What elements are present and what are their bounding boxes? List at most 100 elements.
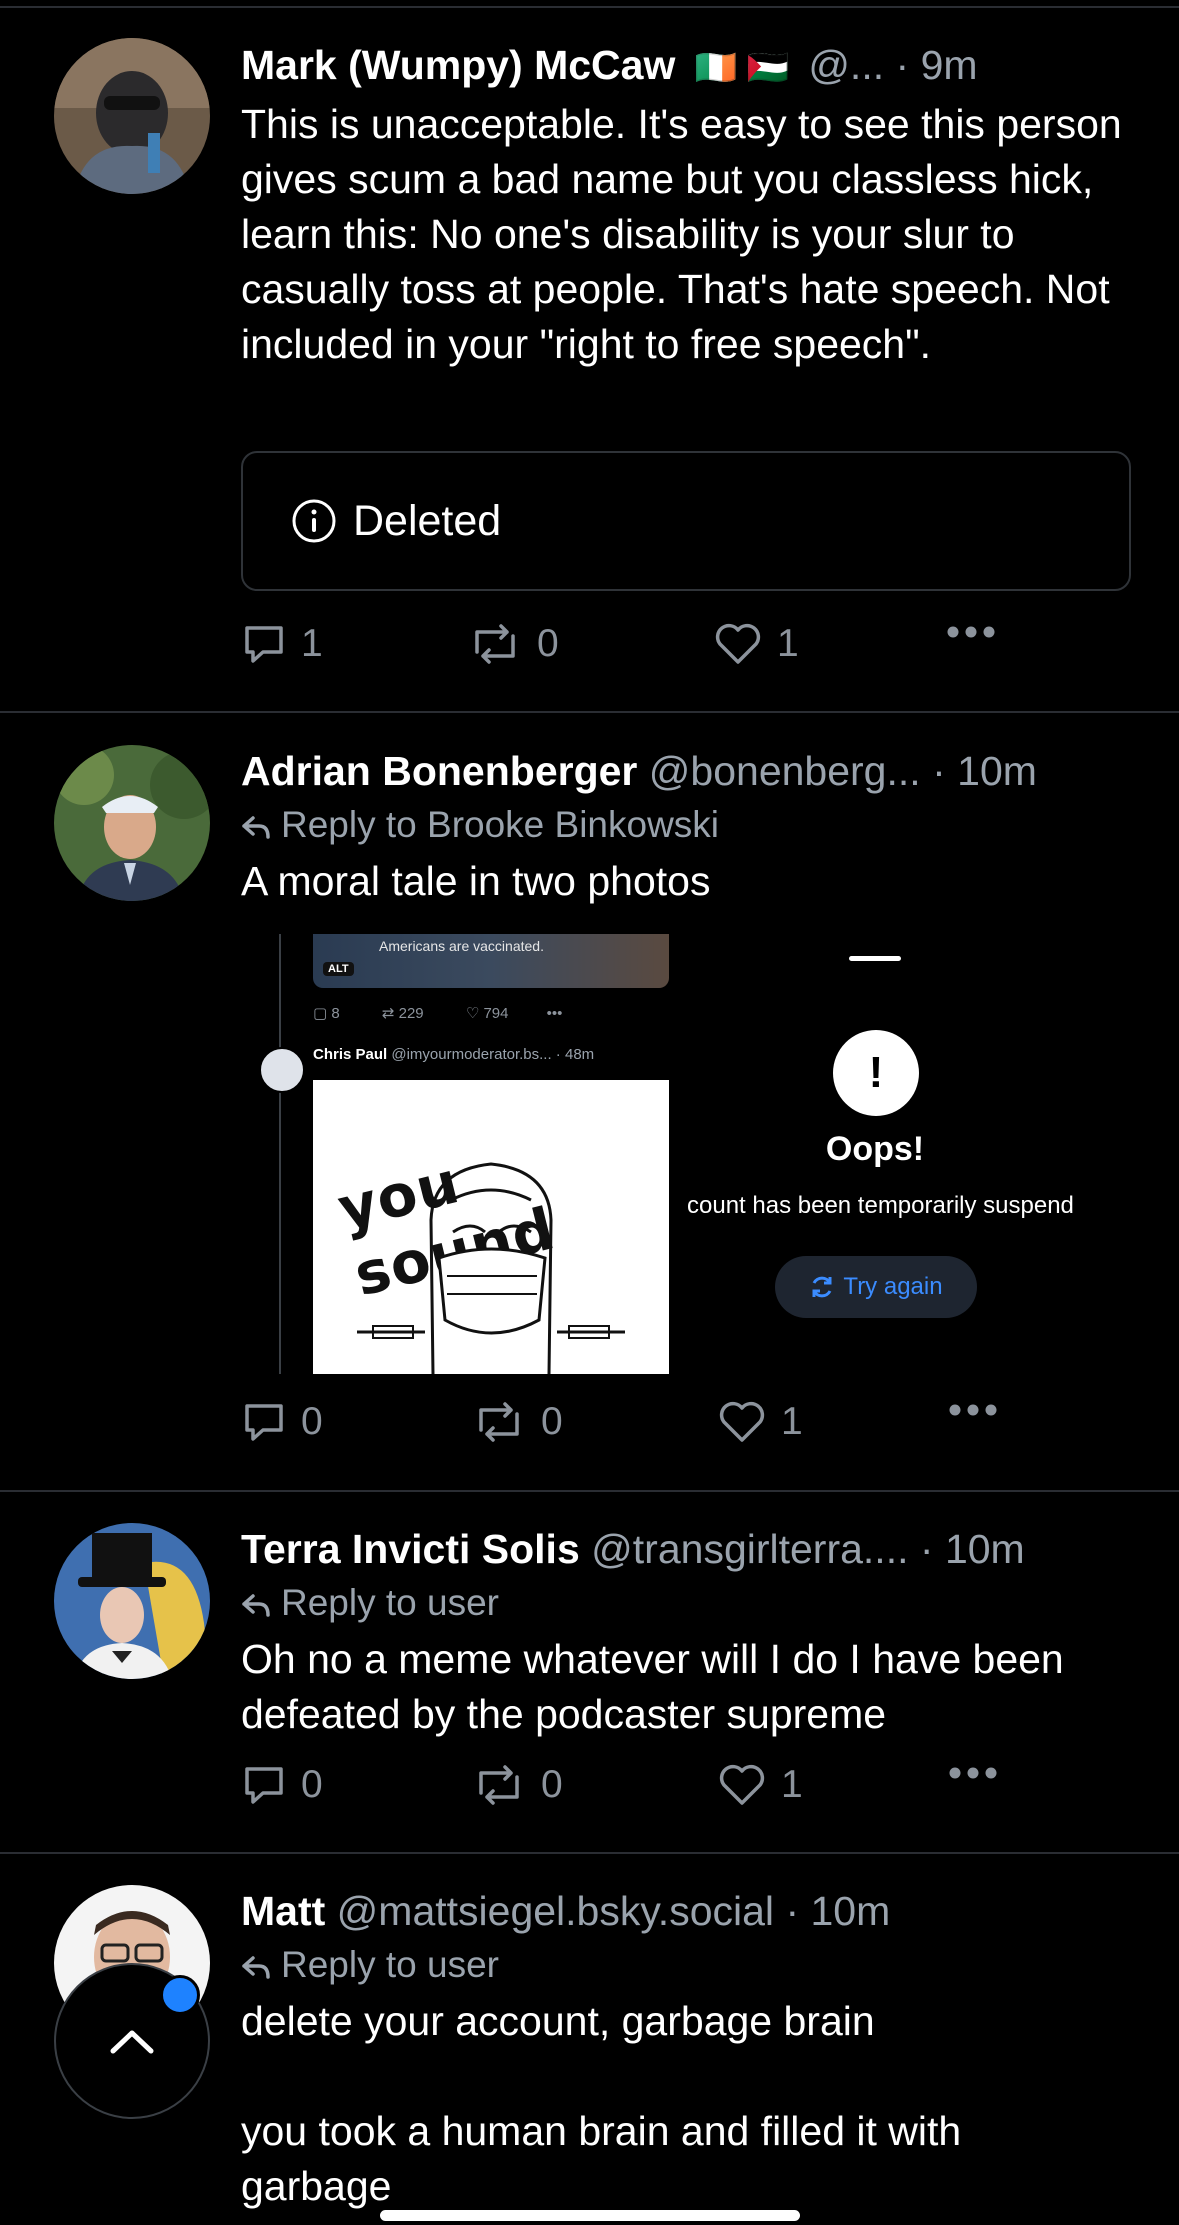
like-icon — [719, 1764, 765, 1805]
post-header: Mark (Wumpy) McCaw 🇮🇪 🇵🇸 @... · 9m — [241, 40, 978, 93]
post-text-line-1: delete your account, garbage brain — [241, 1998, 875, 2044]
deleted-label: Deleted — [353, 496, 502, 545]
repost-icon — [479, 1765, 519, 1805]
author-name[interactable]: Matt — [241, 1888, 325, 1934]
post-header: Matt @mattsiegel.bsky.social · 10m — [241, 1886, 890, 1936]
more-button[interactable] — [947, 1400, 1013, 1420]
author-handle[interactable]: @bonenberg... — [649, 748, 921, 794]
avatar[interactable] — [54, 38, 210, 194]
reply-icon — [245, 1404, 283, 1441]
more-button[interactable] — [947, 1763, 1013, 1783]
oops-title: Oops! — [825, 1130, 925, 1168]
post-time[interactable]: 9m — [921, 42, 978, 88]
post-actions: 0 0 1 — [241, 1400, 1021, 1460]
post-text: A moral tale in two photos — [241, 858, 711, 904]
reply-arrow-icon — [242, 1956, 270, 1979]
flag-emojis: 🇮🇪 🇵🇸 — [694, 49, 789, 87]
post-text: Oh no a meme whatever will I do I have b… — [241, 1636, 1064, 1737]
avatar[interactable] — [54, 745, 210, 901]
post-time[interactable]: 10m — [945, 1526, 1025, 1572]
quoted-header: Chris Paul @imyourmoderator.bs... · 48m — [313, 1046, 594, 1063]
mini-reply-count: 8 — [331, 1005, 340, 1022]
embed-left-screenshot[interactable]: Americans are vaccinated. ALT ▢ 8 ⇄ 229 … — [241, 934, 681, 1374]
post-divider — [0, 711, 1179, 713]
alert-exclamation-icon: ! — [868, 1048, 884, 1097]
more-button[interactable] — [945, 622, 1011, 642]
notification-dot — [160, 1975, 200, 2015]
repost-button[interactable]: 0 — [471, 1400, 563, 1444]
like-button[interactable]: 1 — [717, 1400, 803, 1444]
thread-line — [279, 934, 281, 1374]
image-embed[interactable]: Americans are vaccinated. ALT ▢ 8 ⇄ 229 … — [241, 934, 1141, 1374]
chevron-up-icon — [110, 2030, 154, 2054]
reply-button[interactable]: 0 — [241, 1763, 323, 1807]
reply-to-text: Reply to user — [281, 1582, 499, 1623]
mini-repost-icon: ⇄ — [381, 1005, 395, 1022]
embed-right-screenshot[interactable]: ! Oops! count has been temporarily suspe… — [681, 934, 1141, 1374]
post-text: This is unacceptable. It's easy to see t… — [241, 101, 1122, 367]
repost-count: 0 — [541, 1400, 563, 1443]
oops-body: count has been temporarily suspend — [687, 1192, 1074, 1219]
masked-face-drawing — [357, 1162, 625, 1374]
repost-count: 0 — [537, 622, 559, 665]
preview-caption: Americans are vaccinated. — [379, 938, 544, 954]
author-name[interactable]: Adrian Bonenberger — [241, 748, 637, 794]
reply-count: 1 — [301, 622, 323, 665]
author-name[interactable]: Terra Invicti Solis — [241, 1526, 580, 1572]
author-name[interactable]: Mark (Wumpy) McCaw — [241, 42, 675, 88]
like-count: 1 — [781, 1400, 803, 1443]
separator-dot: · — [895, 42, 910, 88]
alt-badge: ALT — [323, 962, 354, 976]
avatar[interactable] — [54, 1523, 210, 1679]
quoted-handle: @imyourmoderator.bs... · 48m — [391, 1046, 595, 1063]
reply-count: 0 — [301, 1400, 323, 1443]
more-icon — [949, 1767, 997, 1779]
reply-button[interactable]: 1 — [241, 622, 323, 666]
post-actions: 0 0 1 — [241, 1763, 1021, 1823]
reply-arrow-icon — [242, 816, 270, 839]
mini-avatar — [259, 1047, 305, 1093]
reply-count: 0 — [301, 1763, 323, 1806]
reply-to-line[interactable]: Reply to Brooke Binkowski — [241, 802, 719, 848]
author-handle[interactable]: @mattsiegel.bsky.social — [337, 1888, 774, 1934]
reply-button[interactable]: 0 — [241, 1400, 323, 1444]
separator-dot: · — [932, 748, 946, 794]
mini-repost-count: 229 — [398, 1005, 424, 1022]
author-handle[interactable]: @transgirlterra.... — [591, 1526, 908, 1572]
like-icon — [719, 1401, 765, 1442]
repost-button[interactable]: 0 — [467, 622, 559, 666]
post-time[interactable]: 10m — [811, 1888, 891, 1934]
info-icon — [292, 499, 336, 543]
post-divider — [0, 1490, 1179, 1492]
author-handle[interactable]: @... — [808, 42, 884, 88]
separator-dot: · — [919, 1526, 934, 1572]
sheet-handle — [849, 956, 901, 961]
like-button[interactable]: 1 — [713, 622, 799, 666]
try-again-label: Try again — [843, 1273, 943, 1300]
reply-arrow-icon — [242, 1594, 270, 1617]
mini-like-count: 794 — [483, 1005, 509, 1022]
post-divider — [0, 1852, 1179, 1854]
mini-reply-icon: ▢ — [313, 1005, 328, 1022]
mini-like-icon: ♡ — [465, 1005, 480, 1022]
reply-to-text: Reply to Brooke Binkowski — [281, 804, 720, 845]
alert-circle: ! — [833, 1030, 919, 1116]
more-icon — [947, 626, 995, 638]
more-icon — [949, 1404, 997, 1416]
repost-count: 0 — [541, 1763, 563, 1806]
like-button[interactable]: 1 — [717, 1763, 803, 1807]
repost-icon — [479, 1402, 519, 1442]
separator-dot: · — [785, 1888, 800, 1934]
top-divider — [0, 6, 1179, 8]
like-icon — [715, 623, 761, 664]
reply-to-line[interactable]: Reply to user — [241, 1580, 499, 1626]
quoted-author: Chris Paul — [313, 1046, 388, 1063]
like-count: 1 — [777, 622, 799, 665]
refresh-icon — [812, 1276, 832, 1298]
try-again-button[interactable]: Try again — [775, 1256, 977, 1318]
deleted-embed: Deleted — [241, 451, 1131, 591]
repost-button[interactable]: 0 — [471, 1763, 563, 1807]
reply-to-line[interactable]: Reply to user — [241, 1942, 499, 1988]
post-time[interactable]: 10m — [957, 748, 1037, 794]
mini-actions: ▢ 8 ⇄ 229 ♡ 794 ••• — [313, 1004, 562, 1022]
